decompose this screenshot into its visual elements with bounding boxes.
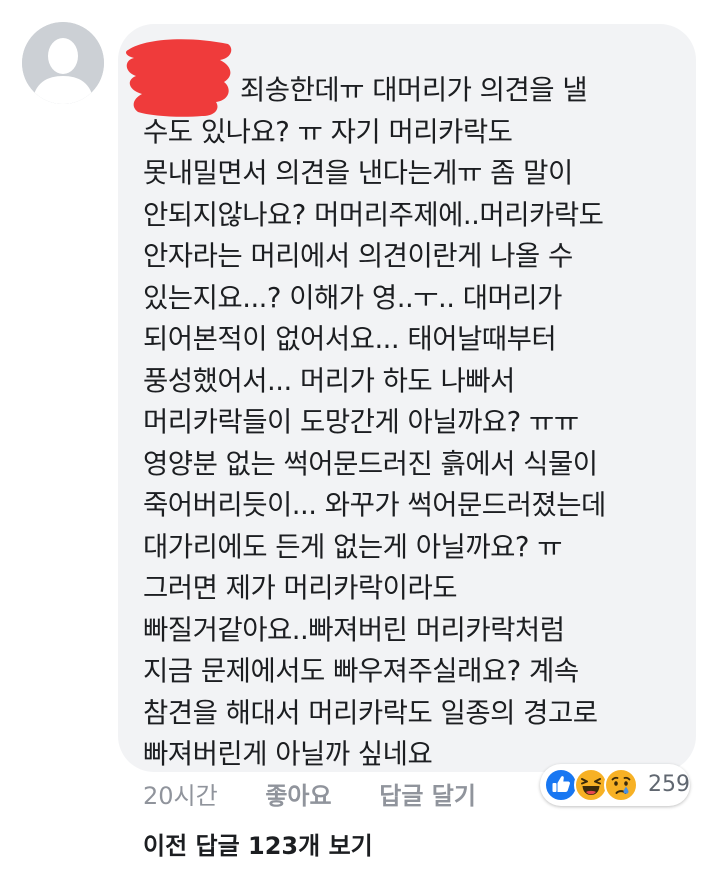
like-icon <box>544 768 578 802</box>
timestamp[interactable]: 20시간 <box>143 782 218 810</box>
comment-line: 안되지않나요? 머머리주제에..머리카락도 <box>143 198 604 231</box>
default-avatar-icon <box>22 22 104 104</box>
haha-icon <box>574 768 608 802</box>
comment-line: 지금 문제에서도 빠우져주실래요? 계속 <box>143 655 579 687</box>
reactions-summary[interactable]: 259 <box>540 764 690 806</box>
comment-line: 죽어버리듯이... 와꾸가 썩어문드러졌는데 <box>143 489 606 521</box>
reaction-count: 259 <box>648 772 690 797</box>
comment-text: 죄송한데ㅠ 대머리가 의견을 낼 수도 있나요? ㅠ 자기 머리카락도 못내밀면… <box>143 70 688 776</box>
comment-line: 있는지요...? 이해가 영..ㅜ.. 대머리가 <box>143 281 562 314</box>
comment-line: 영양분 없는 썩어문드러진 흙에서 식물이 <box>143 447 598 480</box>
comment-line: 수도 있나요? ㅠ 자기 머리카락도 <box>143 115 513 148</box>
comment-line: 풍성했어서... 머리가 하도 나빠서 <box>143 364 515 397</box>
comment-line: 빠질거같아요..빠져버린 머리카락처럼 <box>143 613 565 646</box>
comment-line: 되어본적이 없어서요... 태어날때부터 <box>143 323 557 355</box>
like-button[interactable]: 좋아요 <box>265 782 331 810</box>
reply-button[interactable]: 답글 달기 <box>379 782 476 810</box>
comment-line: 대가리에도 든게 없는게 아닐까요? ㅠ <box>143 530 563 563</box>
comment-line: 죄송한데ㅠ 대머리가 의견을 낼 <box>240 74 588 106</box>
comment-line: 그러면 제가 머리카락이라도 <box>143 572 458 604</box>
sad-icon <box>604 768 638 802</box>
comment-actions: 20시간 좋아요 답글 달기 <box>143 778 476 814</box>
avatar[interactable] <box>22 22 104 104</box>
comment-line: 머리카락들이 도망간게 아닐까요? ㅠㅠ <box>143 406 579 438</box>
comment-line: 안자라는 머리에서 의견이란게 나올 수 <box>143 240 573 272</box>
comment-line: 못내밀면서 의견을 낸다는게ㅠ 좀 말이 <box>143 157 573 189</box>
view-previous-replies-link[interactable]: 이전 답글 123개 보기 <box>143 828 373 864</box>
comment-line: 참견을 해대서 머리카락도 일종의 경고로 <box>143 696 598 729</box>
